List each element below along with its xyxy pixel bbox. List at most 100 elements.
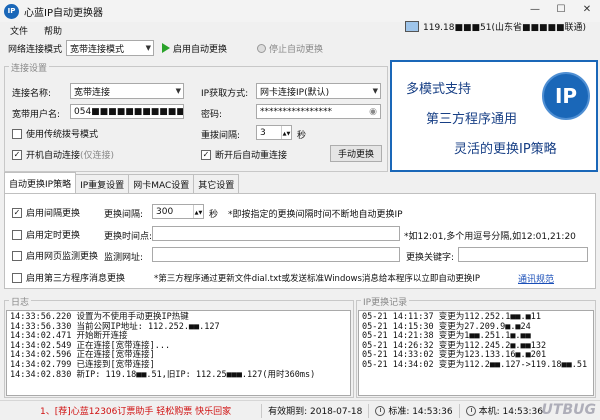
password-value: ****************: [260, 106, 332, 117]
title-bar: IP 心蓝IP自动更换器 — ☐ ✕: [0, 0, 600, 22]
watermark-logo: UTBUG: [541, 402, 596, 418]
log-line: 14:34:02.830 新IP: 119.18■■.51,旧IP: 112.2…: [10, 369, 316, 380]
chevron-down-icon: ▼: [175, 87, 181, 95]
toolbar: 网络连接模式 宽带连接模式 ▼ 启用自动更换 停止自动更换: [0, 38, 600, 58]
timed-enable-checkbox[interactable]: 启用定时更换: [12, 228, 80, 241]
tab-ip-repeat[interactable]: IP重复设置: [75, 174, 130, 193]
clock-icon: [375, 405, 386, 416]
manual-change-button[interactable]: 手动更换: [330, 145, 382, 162]
timed-enable-label: 启用定时更换: [26, 231, 81, 241]
web-monitor-url-label: 监测网址:: [104, 253, 144, 263]
tab-auto-change-strategy[interactable]: 自动更换IP策略: [4, 172, 77, 193]
interval-value: 300: [156, 206, 174, 217]
menu-help[interactable]: 帮助: [44, 24, 62, 37]
timed-note: *如12:01,多个用逗号分隔,如12:01,21:20: [404, 232, 576, 242]
third-party-checkbox[interactable]: 启用第三方程序消息更换: [12, 271, 125, 284]
promo-line-3: 灵活的更换IP策略: [454, 142, 557, 157]
local-time-text: 本机: 14:53:36: [478, 407, 543, 417]
ip-logo-icon: IP: [542, 72, 590, 120]
third-party-label: 启用第三方程序消息更换: [26, 274, 126, 284]
ip-history-textbox[interactable]: 05-21 14:11:37 变更为112.252.1■■.■11 05-21 …: [358, 310, 594, 396]
status-bar: 1、[荐]心蓝12306订票助手 轻松购票 快乐回家 有效期到: 2018-07…: [0, 400, 600, 420]
checkmark-icon: ✓: [201, 149, 211, 160]
interval-enable-label: 启用间隔更换: [26, 209, 81, 219]
divider: [261, 403, 263, 418]
retry-interval-input[interactable]: 3 ▲▼: [256, 125, 292, 140]
ad-link[interactable]: 1、[荐]心蓝12306订票助手 轻松购票 快乐回家: [40, 404, 231, 417]
divider: [458, 403, 460, 418]
protocol-link[interactable]: 通讯规范: [518, 272, 554, 285]
menu-file[interactable]: 文件: [10, 24, 28, 37]
spinner-arrows-icon[interactable]: ▲▼: [281, 126, 291, 139]
legacy-dial-label: 使用传统拨号模式: [26, 130, 99, 140]
play-icon: [162, 43, 171, 53]
auto-connect-checkbox[interactable]: ✓ 开机自动连接 (仅连接): [12, 148, 114, 161]
web-monitor-url-input[interactable]: [152, 247, 400, 262]
password-label: 密码:: [201, 110, 223, 120]
third-party-note: *第三方程序通过更新文件dial.txt或发送标准Windows消息给本程序以立…: [154, 274, 481, 284]
chevron-down-icon: ▼: [145, 44, 152, 52]
history-line: 05-21 14:34:02 变更为112.2■■.127->119.18■■.…: [362, 359, 588, 370]
tab-mac-settings[interactable]: 网卡MAC设置: [128, 174, 195, 193]
interval-note: *即按指定的更换间隔时间不断地自动更换IP: [228, 210, 403, 220]
legacy-dial-checkbox[interactable]: 使用传统拨号模式: [12, 127, 98, 140]
stop-auto-change-label: 停止自动更换: [269, 44, 324, 55]
spinner-arrows-icon[interactable]: ▲▼: [193, 205, 203, 218]
retry-interval-label: 重拨间隔:: [201, 131, 241, 141]
connection-mode-value: 宽带连接模式: [70, 44, 125, 55]
connection-mode-select[interactable]: 宽带连接模式 ▼: [66, 40, 155, 56]
stop-icon: [257, 43, 267, 53]
connection-name-value: 宽带连接: [74, 87, 111, 98]
start-auto-change-label: 启用自动更换: [173, 44, 228, 55]
checkmark-icon: ✓: [12, 149, 22, 160]
keyword-label: 更换关键字:: [406, 253, 455, 263]
connection-name-label: 连接名称:: [12, 89, 52, 99]
valid-until-text: 有效期到: 2018-07-18: [268, 407, 363, 417]
keyword-input[interactable]: [458, 247, 588, 262]
clock-icon: [465, 405, 476, 416]
auto-reconnect-checkbox[interactable]: ✓ 断开后自动重连接: [201, 148, 287, 161]
tab-other-settings[interactable]: 其它设置: [193, 174, 240, 193]
third-party-box: [12, 272, 22, 283]
minimize-button[interactable]: —: [522, 0, 548, 18]
current-ip-status: 119.18■■■51(山东省■■■■■联通): [405, 20, 586, 33]
promo-banner: 多模式支持 第三方程序通用 灵活的更换IP策略 IP: [390, 60, 598, 172]
log-title: 日志: [9, 295, 32, 308]
computer-icon: [405, 21, 419, 32]
interval-label: 更换间隔:: [104, 210, 144, 220]
interval-enable-checkbox[interactable]: ✓ 启用间隔更换: [12, 206, 80, 219]
interval-unit: 秒: [209, 210, 219, 220]
password-input[interactable]: **************** ◉: [256, 104, 381, 119]
maximize-button[interactable]: ☐: [548, 0, 574, 18]
ip-method-value: 网卡连接IP(默认): [260, 87, 330, 98]
log-textbox[interactable]: 14:33:56.220 设置为不使用手动更换IP热键 14:33:56.330…: [6, 310, 351, 396]
auto-connect-label: 开机自动连接: [26, 151, 81, 161]
settings-tabs: 自动更换IP策略 IP重复设置 网卡MAC设置 其它设置: [4, 172, 240, 194]
window-controls: — ☐ ✕: [522, 0, 600, 18]
standard-time-text: 标准: 14:53:36: [388, 407, 453, 417]
ip-method-select[interactable]: 网卡连接IP(默认) ▼: [256, 83, 381, 99]
app-logo-icon: IP: [4, 3, 19, 19]
timed-label: 更换时间点:: [104, 232, 153, 242]
web-monitor-checkbox[interactable]: 启用网页监测更换: [12, 249, 98, 262]
username-input[interactable]: 054■■■■■■■■■■■: [70, 104, 184, 119]
current-ip-text: 119.18■■■51(山东省■■■■■联通): [423, 23, 586, 33]
username-label: 宽带用户名:: [12, 110, 61, 120]
timed-input[interactable]: [152, 226, 400, 241]
web-monitor-box: [12, 250, 22, 261]
eye-icon[interactable]: ◉: [369, 107, 377, 117]
close-button[interactable]: ✕: [574, 0, 600, 18]
mode-label: 网络连接模式: [8, 44, 63, 55]
connection-name-select[interactable]: 宽带连接 ▼: [70, 83, 184, 99]
stop-auto-change-button[interactable]: 停止自动更换: [257, 42, 323, 55]
chevron-down-icon: ▼: [372, 87, 378, 95]
divider: [368, 403, 370, 418]
interval-input[interactable]: 300 ▲▼: [152, 204, 204, 219]
promo-line-1: 多模式支持: [406, 82, 472, 97]
connection-settings-title: 连接设置: [9, 61, 50, 74]
web-monitor-label: 启用网页监测更换: [26, 252, 99, 262]
start-auto-change-button[interactable]: 启用自动更换: [162, 42, 227, 55]
auto-connect-note: (仅连接): [80, 151, 115, 161]
retry-interval-unit: 秒: [297, 131, 307, 141]
window-title: 心蓝IP自动更换器: [24, 7, 103, 19]
